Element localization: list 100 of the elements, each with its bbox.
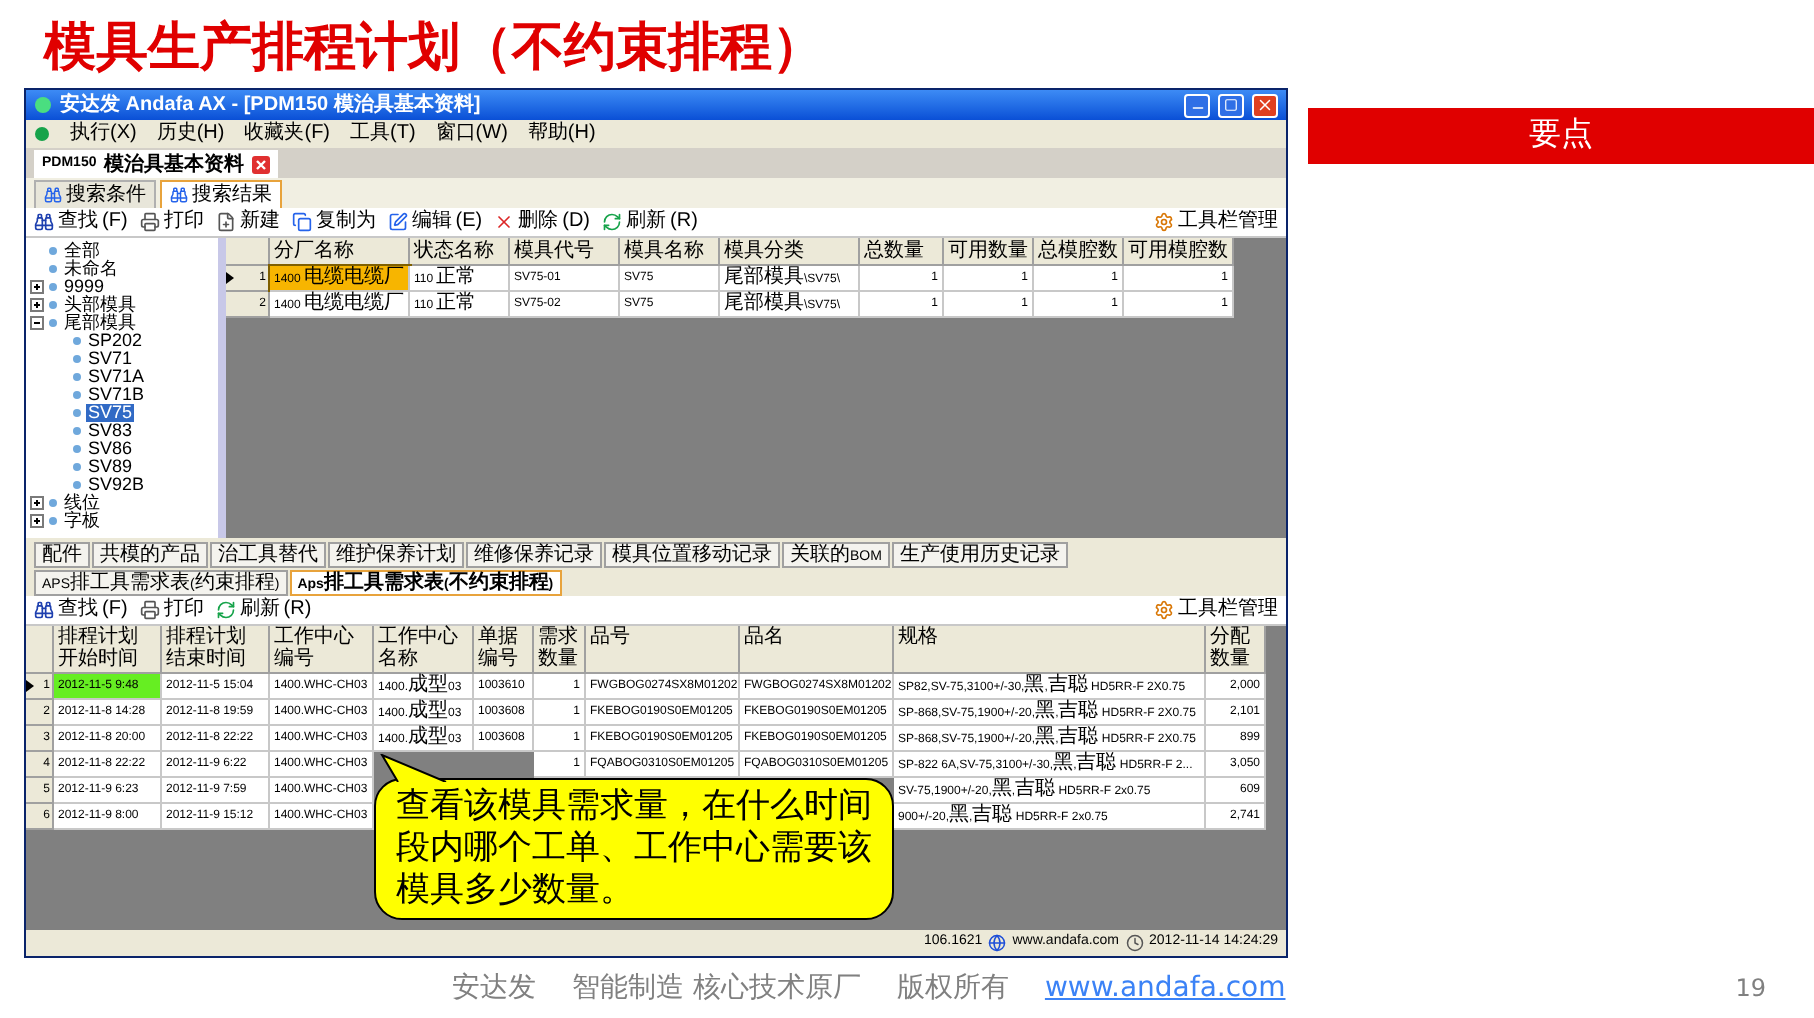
node-dot-icon <box>72 354 82 364</box>
slide-title: 模具生产排程计划（不约束排程） <box>41 16 826 80</box>
column-header[interactable]: 品名 <box>740 626 894 674</box>
column-header[interactable]: 可用模腔数 <box>1124 238 1234 266</box>
search-icon <box>170 186 188 204</box>
menu-item[interactable]: 历史(H) <box>156 122 225 146</box>
detail-tab[interactable]: 维修保养记录 <box>466 542 602 568</box>
tree-item[interactable]: 头部模具 <box>62 296 138 314</box>
menu-item[interactable]: 执行(X) <box>70 122 137 146</box>
close-icon <box>1256 96 1274 114</box>
toolbar-button[interactable]: 刷新(R) <box>602 210 698 234</box>
toolbar-button[interactable]: 查找(F) <box>34 210 128 234</box>
column-header[interactable]: 单据编号 <box>474 626 534 674</box>
detail-tab[interactable]: 模具位置移动记录 <box>604 542 780 568</box>
search-tab[interactable]: 搜索结果 <box>160 180 282 208</box>
expander-icon[interactable] <box>30 514 44 528</box>
menu-item[interactable]: 窗口(W) <box>435 122 508 146</box>
search-tab[interactable]: 搜索条件 <box>34 180 156 208</box>
binoculars-icon <box>34 600 54 620</box>
toolbar-button[interactable]: 复制为 <box>291 210 376 234</box>
menu-item[interactable]: 帮助(H) <box>527 122 596 146</box>
expander-icon[interactable] <box>30 280 44 294</box>
node-dot-icon <box>72 408 82 418</box>
new-file-icon <box>215 212 236 232</box>
detail-tab[interactable]: 维护保养计划 <box>328 542 464 568</box>
column-header[interactable]: 排程计划结束时间 <box>162 626 270 674</box>
toolbar-button[interactable]: 新建 <box>215 210 280 234</box>
toolbar-button[interactable]: 刷新(R) <box>215 598 312 622</box>
copy-icon <box>291 212 312 232</box>
tree-item[interactable]: SV71 <box>86 350 135 368</box>
toolbar-manage-button[interactable]: 工具栏管理 <box>1154 598 1278 622</box>
table-corner <box>226 238 270 266</box>
toolbar-manage-button[interactable]: 工具栏管理 <box>1154 210 1278 234</box>
tree-item[interactable]: SP202 <box>86 332 145 350</box>
tree-item[interactable]: 9999 <box>62 278 107 296</box>
toolbar-button[interactable]: 删除(D) <box>494 210 591 234</box>
column-header[interactable]: 模具分类 <box>720 238 860 266</box>
toolbar-button[interactable]: 查找(F) <box>34 598 128 622</box>
node-dot-icon <box>48 264 58 274</box>
toolbar-button[interactable]: 编辑(E) <box>387 210 483 234</box>
row-pointer-icon <box>226 272 234 284</box>
column-header[interactable]: 分配数量 <box>1206 626 1266 674</box>
tree-item[interactable]: SV89 <box>86 458 135 476</box>
toolbar-button[interactable]: 打印 <box>139 210 204 234</box>
refresh-icon <box>215 600 236 620</box>
restore-icon <box>1224 98 1238 112</box>
node-dot-icon <box>72 426 82 436</box>
menu-item[interactable]: 收藏夹(F) <box>244 122 331 146</box>
column-header[interactable]: 总模腔数 <box>1034 238 1124 266</box>
column-header[interactable]: 模具代号 <box>510 238 620 266</box>
tree-item[interactable]: SV92B <box>86 476 147 494</box>
tree-item[interactable]: SV71A <box>86 368 147 386</box>
column-header[interactable]: 需求数量 <box>534 626 586 674</box>
refresh-icon <box>602 212 623 232</box>
detail-tab[interactable]: 共模的产品 <box>92 542 208 568</box>
expander-icon[interactable] <box>30 316 44 330</box>
column-header[interactable]: 状态名称 <box>410 238 510 266</box>
column-header[interactable]: 排程计划开始时间 <box>54 626 162 674</box>
node-dot-icon <box>48 318 58 328</box>
tree-item[interactable]: 字板 <box>62 512 102 530</box>
expander-icon[interactable] <box>30 496 44 510</box>
delete-icon <box>494 212 515 232</box>
footer-link[interactable]: www.andafa.com <box>1044 967 1286 1009</box>
gear-icon <box>1154 600 1174 620</box>
node-dot-icon <box>48 282 58 292</box>
column-header[interactable]: 模具名称 <box>620 238 720 266</box>
tree-item[interactable]: SV75 <box>86 404 135 422</box>
column-header[interactable]: 工作中心名称 <box>374 626 474 674</box>
footer-rights: 版权所有 <box>896 969 1009 1007</box>
key-points-title: 要点 <box>1529 115 1593 156</box>
detail-tab[interactable]: 配件 <box>34 542 90 568</box>
restore-button[interactable] <box>1218 93 1244 117</box>
tree-item[interactable]: SV83 <box>86 422 135 440</box>
close-icon[interactable] <box>252 155 271 173</box>
close-button[interactable] <box>1252 93 1278 117</box>
search-icon <box>44 186 62 204</box>
gear-icon <box>1154 212 1174 232</box>
minimize-button[interactable] <box>1184 93 1210 117</box>
tree-item[interactable]: 尾部模具 <box>62 314 138 332</box>
column-header[interactable]: 品号 <box>586 626 740 674</box>
expander-icon[interactable] <box>30 298 44 312</box>
window-title: 安达发 Andafa AX - [PDM150 模治具基本资料] <box>60 93 481 117</box>
tree-item[interactable]: SV71B <box>86 386 147 404</box>
detail-tab[interactable]: 生产使用历史记录 <box>891 542 1068 568</box>
column-header[interactable]: 工作中心编号 <box>270 626 374 674</box>
column-header[interactable]: 分厂名称 <box>270 238 410 266</box>
tree-item[interactable]: 未命名 <box>62 260 120 278</box>
column-header[interactable]: 可用数量 <box>944 238 1034 266</box>
node-dot-icon <box>48 300 58 310</box>
toolbar-button[interactable]: 打印 <box>139 598 204 622</box>
tree-item[interactable]: 线位 <box>62 494 102 512</box>
node-dot-icon <box>48 246 58 256</box>
column-header[interactable]: 总数量 <box>860 238 944 266</box>
detail-tab[interactable]: 治工具替代 <box>210 542 326 568</box>
column-header[interactable]: 规格 <box>894 626 1206 674</box>
tree-item[interactable]: 全部 <box>62 242 102 260</box>
node-dot-icon <box>72 462 82 472</box>
menu-item[interactable]: 工具(T) <box>350 122 416 146</box>
printer-icon <box>139 212 160 232</box>
tree-item[interactable]: SV86 <box>86 440 135 458</box>
